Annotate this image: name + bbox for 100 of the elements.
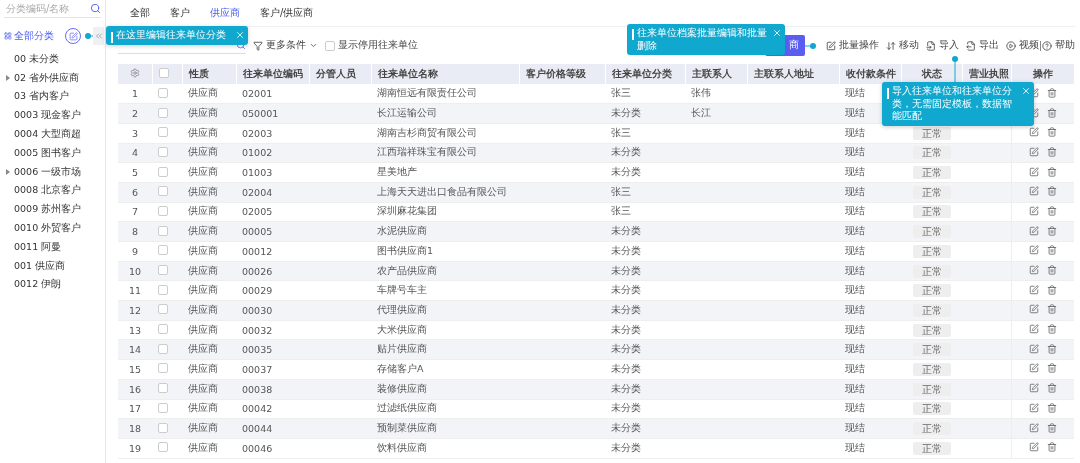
tree-item[interactable]: 03 省内客户 xyxy=(0,87,101,107)
chevron-down-icon xyxy=(309,41,318,50)
checkbox[interactable] xyxy=(158,166,168,177)
table-cell: 050001 xyxy=(242,108,279,120)
table-cell: 00046 xyxy=(242,442,273,454)
tree-item[interactable]: 0008 北京客户 xyxy=(0,181,101,201)
tree-item[interactable]: 0003 现金客户 xyxy=(0,106,101,126)
table-cell: 未分类 xyxy=(611,284,641,296)
checkbox[interactable] xyxy=(158,127,168,138)
caret-icon[interactable] xyxy=(4,74,12,83)
toolbar-button[interactable]: 帮助 xyxy=(1041,39,1075,52)
checkbox[interactable] xyxy=(158,284,168,295)
toolbar-button[interactable]: 移动 xyxy=(885,39,919,52)
tab[interactable]: 客户/供应商 xyxy=(252,2,322,24)
checkbox[interactable] xyxy=(158,402,168,413)
checkbox[interactable] xyxy=(158,383,168,394)
table-cell: 供应商 xyxy=(188,205,218,217)
collapse-button[interactable] xyxy=(93,27,104,45)
checkbox[interactable] xyxy=(158,442,168,453)
table-cell: 江西瑞祥珠宝有限公司 xyxy=(377,146,477,158)
more-filters-button[interactable]: 更多条件 xyxy=(253,39,318,52)
checkbox[interactable] xyxy=(158,422,168,433)
checkbox[interactable] xyxy=(158,205,168,216)
table-cell: 00044 xyxy=(242,423,273,435)
checkbox[interactable] xyxy=(158,343,168,354)
table-cell: 饮料供应商 xyxy=(377,441,427,453)
table-cell: 00037 xyxy=(242,363,273,375)
tree-item[interactable]: 0005 图书客户 xyxy=(0,144,101,163)
tree-item[interactable]: 0012 伊朗 xyxy=(0,275,101,295)
table-cell: 02003 xyxy=(242,127,273,139)
table-cell: 供应商 xyxy=(188,303,218,315)
table-cell: 现结 xyxy=(845,225,865,237)
table-cell: 长江 xyxy=(691,107,711,119)
table-cell: 现结 xyxy=(845,264,865,276)
close-button[interactable] xyxy=(235,30,245,40)
table-cell: 供应商 xyxy=(188,244,218,256)
checkbox[interactable] xyxy=(158,265,168,276)
status-badge: 正常 xyxy=(912,166,951,180)
table-cell: 00042 xyxy=(242,403,273,415)
tree-item[interactable]: 0004 大型商超 xyxy=(0,125,101,144)
toolbar-button[interactable]: 导入 xyxy=(925,39,959,52)
checkbox[interactable] xyxy=(158,68,169,78)
table-cell: 现结 xyxy=(845,441,865,453)
table-cell: 3 xyxy=(131,127,138,139)
table-cell: 18 xyxy=(128,423,142,435)
table-cell: 湖南吉杉商贸有限公司 xyxy=(377,126,477,138)
tab[interactable]: 客户 xyxy=(162,2,198,24)
table-cell: 15 xyxy=(128,363,142,375)
tab[interactable]: 全部 xyxy=(122,2,158,24)
tree-item[interactable]: 0011 阿曼 xyxy=(0,237,101,257)
category-search-field[interactable]: 分类编码/名称 xyxy=(4,2,90,15)
tooltip-text: 在这里编辑往来单位分类 xyxy=(116,29,226,40)
checkbox[interactable] xyxy=(158,87,168,98)
column-header: 性质 xyxy=(188,67,209,79)
table-cell: 未分类 xyxy=(611,422,641,434)
table-cell: 未分类 xyxy=(611,166,641,178)
toolbar-button[interactable]: 导出 xyxy=(965,39,999,52)
checkbox[interactable] xyxy=(158,245,168,256)
table-cell: 2 xyxy=(131,108,138,120)
filter-icon xyxy=(253,40,263,51)
tree-item[interactable]: 001 供应商 xyxy=(0,256,101,276)
checkbox[interactable] xyxy=(158,304,168,315)
table-cell: 张三 xyxy=(611,87,631,99)
toolbar-button[interactable]: 批量操作 xyxy=(825,39,879,52)
close-button[interactable] xyxy=(1021,86,1031,96)
table-cell: 大米供应商 xyxy=(377,323,427,335)
close-button[interactable] xyxy=(771,28,782,38)
settings-icon[interactable] xyxy=(129,68,140,78)
table-cell: 张三 xyxy=(611,126,631,138)
table-cell: 未分类 xyxy=(611,343,641,355)
table-cell: 供应商 xyxy=(188,166,218,178)
tree-item[interactable]: 00 未分类 xyxy=(0,50,101,69)
checkbox[interactable] xyxy=(158,324,168,335)
tab[interactable]: 供应商 xyxy=(202,2,248,24)
checkbox[interactable] xyxy=(158,363,168,374)
checkbox[interactable] xyxy=(158,107,168,118)
table-cell: 6 xyxy=(131,186,138,198)
tree-item[interactable]: 02 省外供应商 xyxy=(0,68,101,88)
caret-icon[interactable] xyxy=(4,168,12,177)
checkbox[interactable] xyxy=(158,225,168,236)
table-cell: 00035 xyxy=(242,344,273,356)
checkbox[interactable] xyxy=(325,40,335,51)
column-header: 营业执照 xyxy=(968,67,1009,79)
search-icon[interactable] xyxy=(90,3,101,14)
tree-item[interactable]: 0006 一级市场 xyxy=(0,162,101,182)
table-cell: 现结 xyxy=(845,343,865,355)
tree-item[interactable]: 0009 苏州客户 xyxy=(0,200,101,220)
toolbar-button[interactable]: 视频 xyxy=(1005,39,1039,52)
checkbox[interactable] xyxy=(158,146,168,157)
table-cell: 未分类 xyxy=(611,382,641,394)
table-cell: 00032 xyxy=(242,324,273,336)
table-cell: 农产品供应商 xyxy=(377,264,437,276)
table-cell: 19 xyxy=(128,442,142,454)
tree-item[interactable]: 全部分类 xyxy=(4,29,54,43)
table-cell: 现结 xyxy=(845,126,865,138)
tree-item[interactable]: 0010 外贸客户 xyxy=(0,219,101,238)
table-cell: 7 xyxy=(131,206,138,218)
checkbox[interactable] xyxy=(158,186,168,197)
table-cell: 深圳麻花集团 xyxy=(377,205,437,217)
table-cell: 未分类 xyxy=(611,323,641,335)
